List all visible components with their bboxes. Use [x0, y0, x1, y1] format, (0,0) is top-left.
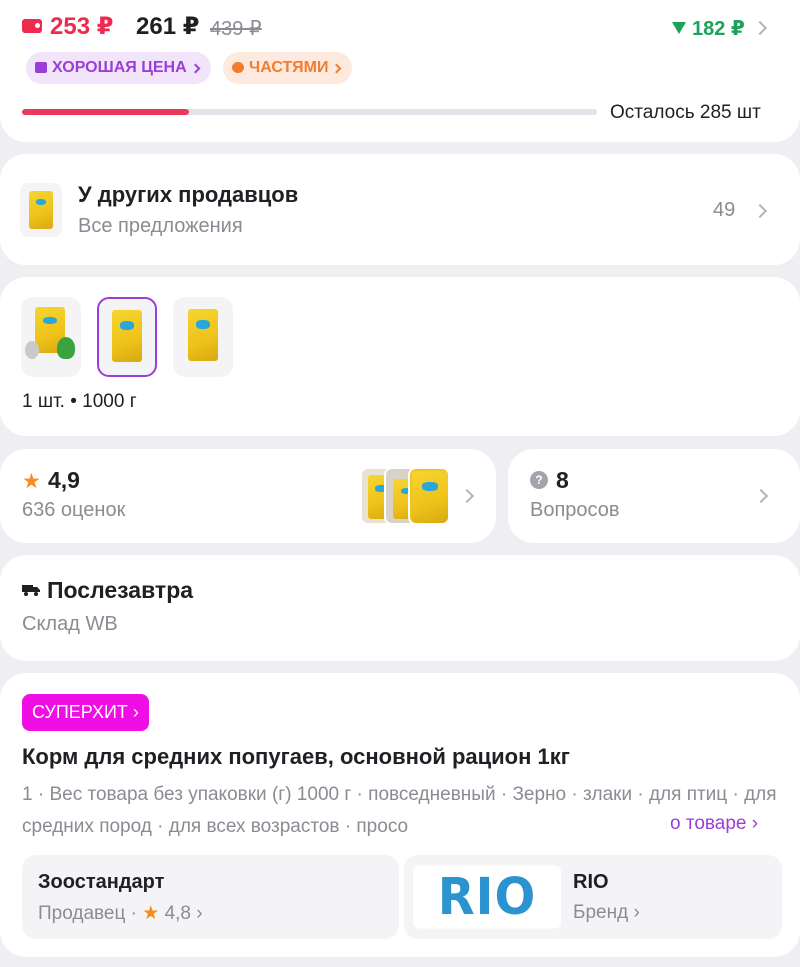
chevron-right-icon [753, 488, 769, 504]
product-pack-image [29, 191, 53, 229]
stock-progress-fill [22, 109, 189, 115]
delivery-date: Послезавтра [47, 577, 194, 603]
product-pack-image [412, 471, 448, 523]
superhit-badge[interactable]: СУПЕРХИТ › [22, 694, 149, 731]
good-price-label: ХОРОШАЯ ЦЕНА [52, 59, 187, 76]
other-sellers-subtitle: Все предложения [78, 215, 243, 237]
chevron-right-icon [752, 203, 768, 219]
chevron-right-icon [459, 488, 475, 504]
delivery-card[interactable]: Послезавтра Склад WB [0, 555, 800, 661]
truck-icon [22, 585, 40, 596]
star-icon: ★ [22, 470, 41, 493]
chevron-right-icon [190, 63, 201, 74]
good-price-badge[interactable]: ХОРОШАЯ ЦЕНА [26, 52, 211, 84]
chevron-right-icon [752, 20, 768, 36]
seller-rating: 4,8 › [164, 903, 203, 924]
variant-option-3[interactable] [173, 297, 233, 377]
brand-meta: Бренд › [573, 902, 640, 923]
question-icon: ? [530, 471, 548, 489]
variant-caption: 1 шт. • 1000 г [22, 391, 137, 412]
price-drop: 182 ₽ [672, 16, 745, 41]
seller-meta: Продавец · ★ 4,8 › [38, 902, 203, 925]
down-arrow-icon [672, 22, 686, 34]
brand-name: RIO [573, 871, 609, 893]
product-pack-image [188, 309, 218, 361]
warehouse: Склад WB [22, 613, 118, 635]
variant-option-1[interactable] [21, 297, 81, 377]
seller-name: Зоостандарт [38, 871, 165, 893]
questions-card[interactable]: ? 8 Вопросов [508, 449, 800, 543]
product-thumbnail [20, 183, 62, 237]
seller-box[interactable]: Зоостандарт Продавец · ★ 4,8 › [22, 855, 399, 939]
variants-card: 1 шт. • 1000 г [0, 277, 800, 436]
other-sellers-count: 49 [713, 199, 736, 221]
other-sellers-title: У других продавцов [78, 182, 299, 207]
review-photo-3 [408, 467, 450, 525]
installments-badge[interactable]: ЧАСТЯМИ [223, 52, 353, 84]
other-sellers-card[interactable]: У других продавцов Все предложения 49 [0, 154, 800, 265]
rating-value: 4,9 [48, 467, 80, 493]
product-info-card: СУПЕРХИТ › Корм для средних попугаев, ос… [0, 673, 800, 957]
star-icon: ★ [142, 903, 160, 924]
parrot-image [57, 337, 75, 359]
description-fade [620, 811, 672, 843]
price-card: 253 ₽ 261 ₽ 439 ₽ 182 ₽ ХОРОШАЯ ЦЕНА ЧАС… [0, 0, 800, 142]
questions-count: 8 [556, 467, 569, 493]
chevron-right-icon [332, 63, 342, 74]
brand-logo: RIO [413, 865, 561, 929]
installments-label: ЧАСТЯМИ [249, 59, 329, 76]
stock-left: Осталось 285 шт [610, 102, 761, 123]
price-drop-value: 182 ₽ [692, 18, 745, 40]
rating-count: 636 оценок [22, 499, 126, 521]
questions-label: Вопросов [530, 499, 620, 521]
price: 261 ₽ [136, 13, 200, 40]
thumbs-up-icon [35, 62, 47, 73]
stock-progress-bar [22, 109, 597, 115]
brand-box[interactable]: RIO RIO Бренд › [404, 855, 782, 939]
product-pack-image [112, 310, 142, 362]
variant-option-2[interactable] [97, 297, 157, 377]
wallet-icon [22, 19, 42, 33]
seller-meta-prefix: Продавец · [38, 903, 137, 924]
old-price: 439 ₽ [210, 18, 262, 40]
wallet-price: 253 ₽ [50, 13, 114, 40]
rating-card[interactable]: ★ 4,9 636 оценок [0, 449, 496, 543]
bird-image [25, 341, 39, 359]
pie-chart-icon [232, 62, 244, 73]
product-title: Корм для средних попугаев, основной раци… [22, 744, 570, 769]
about-product-link[interactable]: о товаре › [670, 813, 763, 835]
